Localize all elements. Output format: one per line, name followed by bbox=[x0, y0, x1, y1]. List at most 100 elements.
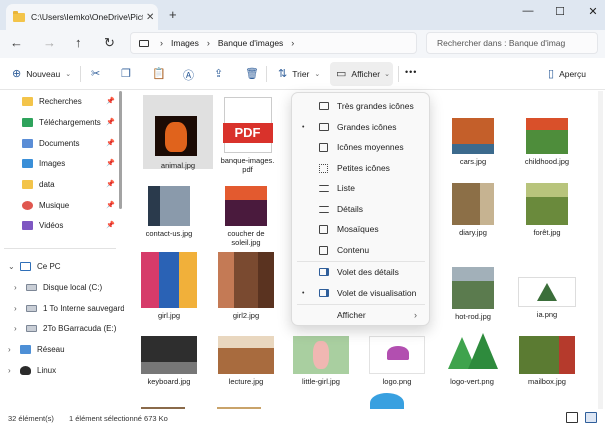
file-item[interactable]: lecture.jpg bbox=[210, 336, 282, 386]
paste-icon[interactable]: 📋 bbox=[152, 67, 166, 80]
file-item[interactable]: girl.jpg bbox=[133, 252, 205, 320]
window-tab[interactable]: C:\Users\Iemko\OneDrive\Pict ✕ bbox=[6, 4, 158, 30]
new-tab-button[interactable]: + bbox=[169, 7, 177, 22]
copy-icon[interactable]: ❐ bbox=[121, 67, 131, 80]
sidebar-item-disque-local[interactable]: › Disque local (C:) bbox=[14, 283, 102, 292]
pin-icon: 📌 bbox=[106, 181, 115, 188]
chevron-right-icon[interactable]: › bbox=[14, 283, 22, 292]
file-item[interactable]: logo.png bbox=[361, 336, 433, 386]
view-icon: ▭ bbox=[336, 68, 347, 80]
sidebar-item-musique[interactable]: Musique bbox=[22, 201, 69, 210]
forward-button[interactable]: → bbox=[43, 35, 56, 50]
new-button[interactable]: ⊕ Nouveau ⌄ bbox=[12, 67, 71, 80]
file-thumbnail bbox=[519, 336, 575, 374]
sidebar-item-interne-sauvegarde[interactable]: › 1 To Interne sauvegarde bbox=[14, 304, 124, 313]
computer-icon bbox=[139, 39, 149, 47]
menu-item-tiles[interactable]: Mosaïques bbox=[292, 219, 431, 239]
file-thumbnail bbox=[141, 252, 197, 308]
refresh-button[interactable]: ↻ bbox=[104, 35, 115, 51]
file-item[interactable]: girl2.jpg bbox=[210, 252, 282, 320]
content-scrollbar[interactable] bbox=[598, 91, 603, 409]
view-button-content[interactable]: ▭ Afficher ⌄ bbox=[336, 67, 390, 80]
menu-item-list[interactable]: Liste bbox=[292, 178, 431, 198]
details-pane-icon bbox=[319, 268, 329, 276]
sidebar-item-videos[interactable]: Vidéos bbox=[22, 221, 63, 230]
cut-icon[interactable]: ✂ bbox=[91, 67, 100, 80]
search-input[interactable]: Rechercher dans : Banque d'imag bbox=[426, 32, 598, 54]
sidebar-item-reseau[interactable]: › Réseau bbox=[8, 345, 65, 354]
sidebar-item-documents[interactable]: Documents bbox=[22, 139, 79, 148]
chevron-right-icon[interactable]: › bbox=[8, 366, 16, 375]
sidebar-item-label: Documents bbox=[39, 139, 80, 148]
menu-item-small-icons[interactable]: Petites icônes bbox=[292, 158, 431, 178]
close-window-button[interactable]: ✕ bbox=[583, 5, 603, 18]
file-item[interactable]: PDF banque-images. pdf bbox=[210, 97, 285, 174]
menu-item-large-icons[interactable]: • Grandes icônes bbox=[292, 117, 431, 137]
file-name: little-girl.jpg bbox=[302, 377, 340, 386]
chevron-down-icon[interactable]: ⌄ bbox=[8, 262, 16, 271]
address-bar[interactable]: › Images › Banque d'images › bbox=[130, 32, 417, 54]
download-icon bbox=[22, 118, 33, 127]
menu-item-very-large-icons[interactable]: Très grandes icônes bbox=[292, 96, 431, 116]
file-item[interactable]: coucher de soleil.jpg bbox=[210, 186, 282, 247]
new-label: Nouveau bbox=[26, 68, 61, 79]
file-item[interactable]: logo-vert.png bbox=[436, 329, 508, 386]
menu-item-details-pane[interactable]: Volet des détails bbox=[292, 262, 431, 282]
preview-button[interactable]: ▯ Aperçu bbox=[548, 67, 586, 80]
file-item[interactable]: ia.png bbox=[511, 277, 583, 319]
rename-icon[interactable]: Ⓐ bbox=[183, 67, 194, 83]
sidebar-item-recherches[interactable]: Recherches bbox=[22, 97, 82, 106]
sidebar-scrollbar[interactable] bbox=[119, 91, 122, 209]
menu-item-label: Volet des détails bbox=[337, 267, 399, 277]
file-item[interactable]: cars.jpg bbox=[437, 118, 509, 166]
file-item[interactable]: little-girl.jpg bbox=[285, 336, 357, 386]
file-item[interactable]: keyboard.jpg bbox=[133, 336, 205, 386]
menu-item-show-submenu[interactable]: Afficher › bbox=[292, 305, 431, 325]
sidebar-item-data[interactable]: data bbox=[22, 180, 55, 189]
back-button[interactable]: ← bbox=[10, 35, 23, 50]
chevron-right-icon[interactable]: › bbox=[8, 345, 16, 354]
file-item[interactable]: diary.jpg bbox=[437, 183, 509, 237]
close-tab-icon[interactable]: ✕ bbox=[146, 12, 154, 23]
maximize-button[interactable]: ☐ bbox=[550, 5, 570, 18]
menu-item-preview-pane[interactable]: • Volet de visualisation bbox=[292, 283, 431, 303]
pin-icon: 📌 bbox=[106, 140, 115, 147]
file-item[interactable]: childhood.jpg bbox=[511, 118, 583, 166]
breadcrumb-item[interactable]: Images bbox=[171, 38, 199, 48]
sidebar-divider bbox=[4, 248, 116, 249]
large-icons-view-toggle-icon[interactable] bbox=[585, 412, 597, 423]
pin-icon: 📌 bbox=[106, 202, 115, 209]
file-item[interactable]: mailbox.jpg bbox=[511, 336, 583, 386]
toolbar-divider bbox=[266, 66, 267, 82]
sidebar-item-ce-pc[interactable]: ⌄ Ce PC bbox=[8, 262, 61, 271]
menu-item-content[interactable]: Contenu bbox=[292, 240, 431, 260]
file-item[interactable]: contact-us.jpg bbox=[133, 186, 205, 238]
file-item[interactable]: forêt.jpg bbox=[511, 183, 583, 237]
toolbar-divider bbox=[80, 66, 81, 82]
sort-button[interactable]: ⇅ Trier ⌄ bbox=[278, 67, 320, 80]
sidebar-item-telechargements[interactable]: Téléchargements bbox=[22, 118, 101, 127]
sidebar-item-bgarracuda[interactable]: › 2To BGarracuda (E:) bbox=[14, 324, 116, 333]
search-placeholder: Rechercher dans : Banque d'imag bbox=[437, 38, 566, 48]
sidebar-item-images[interactable]: Images bbox=[22, 159, 65, 168]
share-icon[interactable]: ⇪ bbox=[214, 67, 223, 80]
chevron-right-icon[interactable]: › bbox=[14, 324, 22, 333]
up-button[interactable]: ↑ bbox=[75, 35, 82, 50]
check-dot-icon: • bbox=[302, 123, 305, 131]
file-thumbnail bbox=[370, 393, 404, 409]
sidebar-item-linux[interactable]: › Linux bbox=[8, 366, 56, 375]
breadcrumb-item[interactable]: Banque d'images bbox=[218, 38, 283, 48]
file-thumbnail bbox=[141, 336, 197, 374]
file-item[interactable]: hot-rod.jpg bbox=[437, 267, 509, 321]
details-view-toggle-icon[interactable] bbox=[566, 412, 578, 423]
menu-item-medium-icons[interactable]: Icônes moyennes bbox=[292, 137, 431, 157]
minimize-button[interactable]: — bbox=[518, 5, 538, 17]
menu-item-details[interactable]: Détails bbox=[292, 199, 431, 219]
tiles-icon bbox=[319, 224, 328, 234]
chevron-right-icon[interactable]: › bbox=[14, 304, 22, 313]
delete-icon[interactable]: 🗑 bbox=[245, 67, 259, 80]
medium-icons-icon bbox=[319, 142, 328, 152]
menu-item-label: Mosaïques bbox=[337, 224, 379, 234]
file-thumbnail bbox=[218, 336, 274, 374]
more-options-button[interactable]: ••• bbox=[405, 67, 417, 77]
